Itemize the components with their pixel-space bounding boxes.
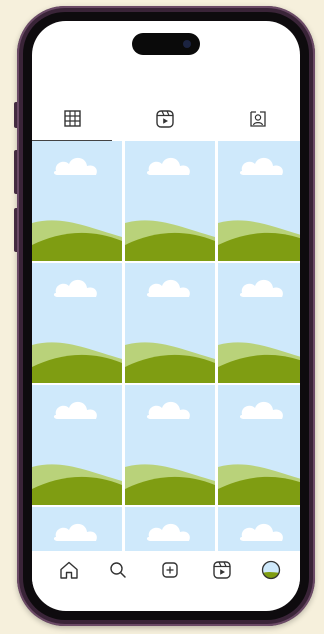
phone-frame	[17, 6, 315, 626]
tab-tagged[interactable]	[218, 101, 298, 141]
grid-thumbnail[interactable]	[32, 263, 122, 383]
phone-bezel	[23, 12, 309, 620]
landscape-placeholder-icon	[32, 141, 122, 261]
home-icon	[59, 560, 79, 585]
reels-icon	[213, 560, 231, 584]
tab-posts[interactable]	[32, 101, 112, 141]
grid-thumbnail[interactable]	[125, 507, 215, 551]
add-post-icon	[161, 561, 179, 584]
bottom-nav	[32, 551, 300, 595]
landscape-placeholder-icon	[125, 385, 215, 505]
landscape-placeholder-icon	[218, 507, 300, 551]
tab-reels[interactable]	[125, 101, 205, 141]
landscape-placeholder-icon	[125, 263, 215, 383]
landscape-placeholder-icon	[218, 385, 300, 505]
landscape-placeholder-icon	[32, 385, 122, 505]
grid-thumbnail[interactable]	[218, 141, 300, 261]
tagged-person-icon	[249, 110, 267, 133]
grid-thumbnail[interactable]	[125, 141, 215, 261]
reels-icon	[156, 109, 174, 133]
avatar-icon	[261, 560, 281, 585]
landscape-placeholder-icon	[32, 263, 122, 383]
photo-grid	[32, 141, 300, 551]
nav-reels[interactable]	[207, 557, 237, 587]
grid-thumbnail[interactable]	[125, 263, 215, 383]
grid-thumbnail[interactable]	[32, 385, 122, 505]
landscape-placeholder-icon	[218, 141, 300, 261]
front-camera	[183, 40, 191, 48]
grid-thumbnail[interactable]	[218, 385, 300, 505]
nav-profile[interactable]	[256, 557, 286, 587]
grid-thumbnail[interactable]	[218, 507, 300, 551]
phone-screen	[32, 21, 300, 611]
grid-icon	[63, 110, 81, 132]
search-icon	[109, 561, 127, 584]
landscape-placeholder-icon	[218, 263, 300, 383]
grid-thumbnail[interactable]	[218, 263, 300, 383]
nav-create[interactable]	[155, 557, 185, 587]
grid-thumbnail[interactable]	[125, 385, 215, 505]
nav-home[interactable]	[54, 557, 84, 587]
nav-search[interactable]	[103, 557, 133, 587]
grid-thumbnail[interactable]	[32, 141, 122, 261]
dynamic-island	[132, 33, 200, 55]
landscape-placeholder-icon	[125, 507, 215, 551]
landscape-placeholder-icon	[125, 141, 215, 261]
landscape-placeholder-icon	[32, 507, 122, 551]
grid-thumbnail[interactable]	[32, 507, 122, 551]
profile-tabs	[32, 101, 300, 141]
